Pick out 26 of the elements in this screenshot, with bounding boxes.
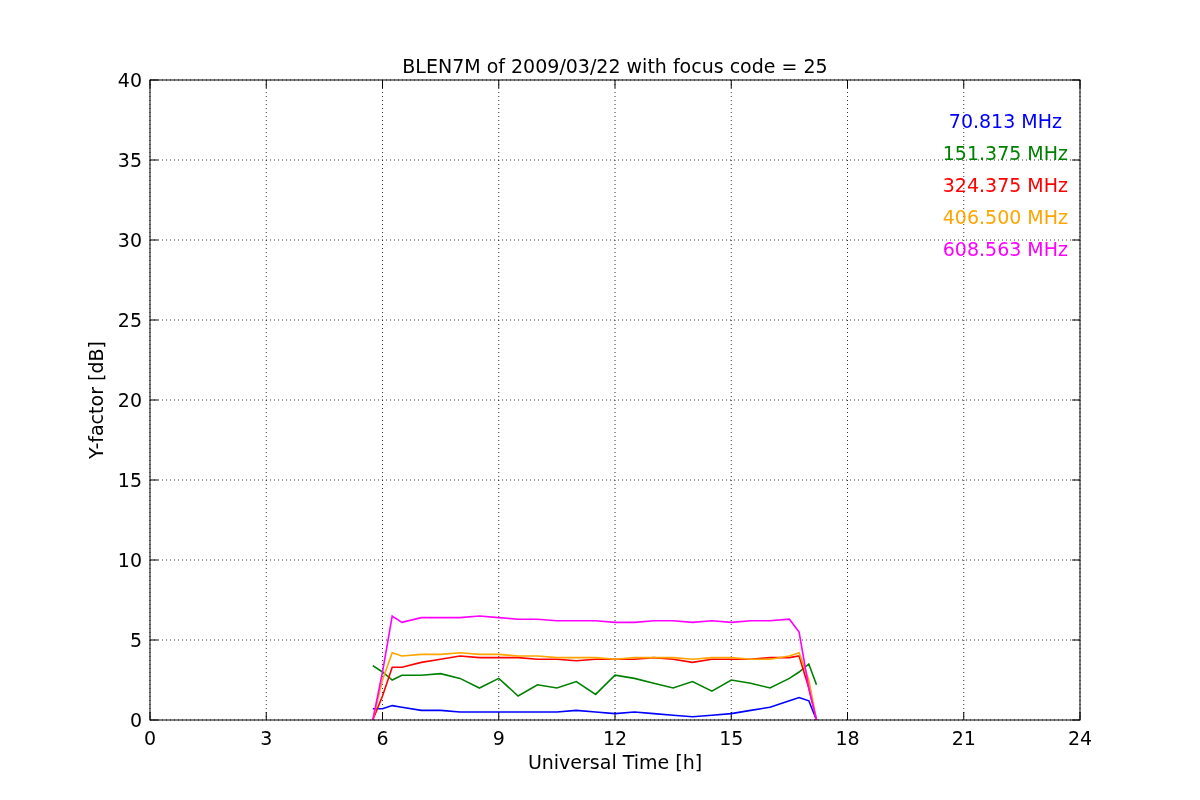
- axis-tick-label: 20: [117, 389, 142, 411]
- axis-tick-label: 18: [835, 727, 860, 749]
- axis-tick-label: 12: [602, 727, 628, 749]
- chart-title: BLEN7M of 2009/03/22 with focus code = 25: [402, 55, 828, 77]
- axis-tick-label: 21: [951, 727, 976, 749]
- axis-tick-label: 15: [719, 727, 744, 749]
- axis-tick-label: 24: [1067, 727, 1093, 749]
- x-axis-label: Universal Time [h]: [527, 751, 703, 773]
- axis-tick-label: 3: [260, 727, 273, 749]
- legend-label: 70.813 MHz: [948, 110, 1062, 132]
- axis-tick-label: 30: [117, 229, 142, 251]
- axis-tick-label: 35: [117, 149, 142, 171]
- legend-label: 324.375 MHz: [942, 174, 1068, 196]
- axis-tick-label: 10: [117, 549, 142, 571]
- axis-tick-label: 0: [129, 709, 142, 731]
- axis-tick-label: 9: [492, 727, 505, 749]
- axis-tick-label: 5: [129, 629, 142, 651]
- legend-label: 608.563 MHz: [942, 238, 1068, 260]
- axis-tick-label: 15: [117, 469, 142, 491]
- axis-tick-label: 40: [117, 69, 142, 91]
- axis-tick-label: 6: [376, 727, 389, 749]
- axis-tick-label: 25: [117, 309, 142, 331]
- y-axis-label: Y-factor [dB]: [85, 341, 107, 459]
- legend-label: 406.500 MHz: [942, 206, 1068, 228]
- legend-label: 151.375 MHz: [942, 142, 1068, 164]
- axis-tick-label: 0: [143, 727, 157, 749]
